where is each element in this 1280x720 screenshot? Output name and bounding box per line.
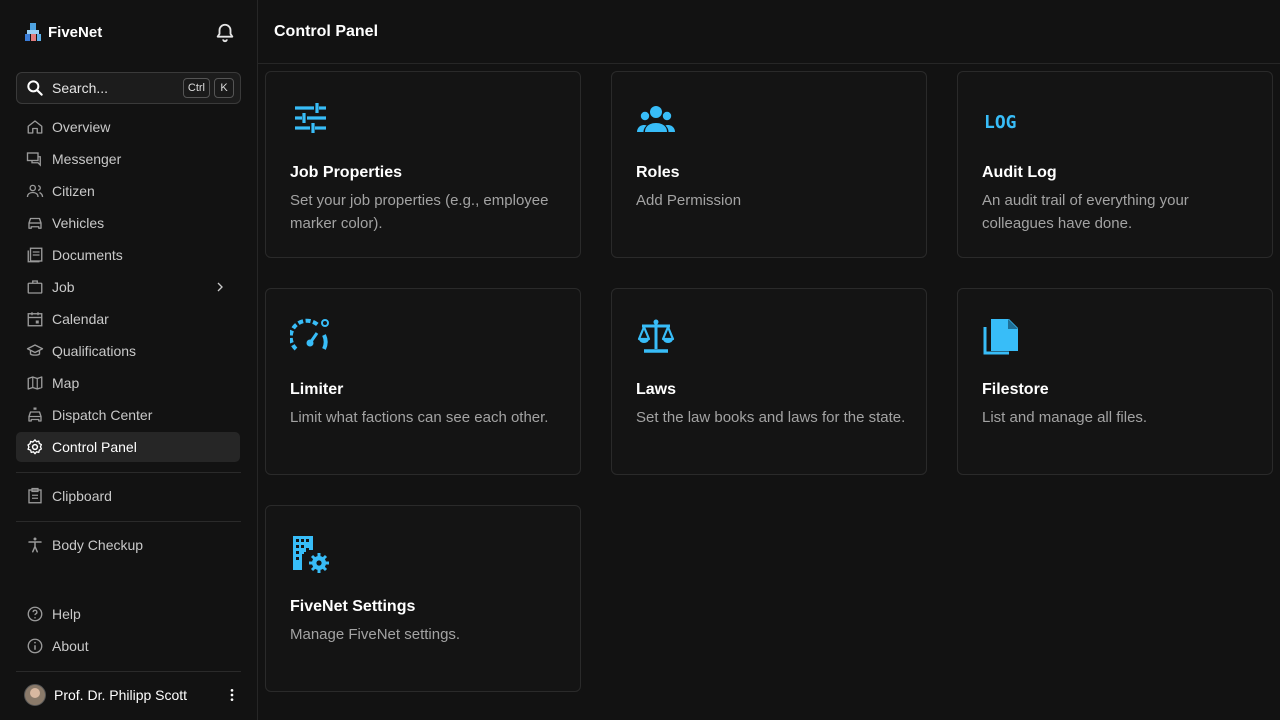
tune-icon [295, 103, 326, 133]
map-icon [27, 376, 43, 390]
shortcut-key-ctrl: Ctrl [182, 78, 210, 98]
brand-name: FiveNet [48, 23, 103, 41]
card-description: Set your job properties (e.g., employee … [290, 192, 549, 232]
info-icon [27, 638, 43, 654]
help-icon [27, 606, 43, 622]
sidebar-item-label: Job [52, 279, 75, 295]
sidebar-item-job[interactable]: Job [16, 272, 240, 302]
calendar-icon [27, 312, 43, 327]
more-vertical-icon[interactable] [224, 687, 240, 703]
sidebar-item-vehicles[interactable]: Vehicles [16, 208, 240, 238]
document-icon [27, 247, 43, 263]
sidebar-item-documents[interactable]: Documents [16, 240, 240, 270]
avatar [24, 684, 46, 706]
sidebar-item-map[interactable]: Map [16, 368, 240, 398]
main-nav: Overview Messenger Citizen Vehicles Docu… [16, 112, 240, 464]
sidebar-item-label: Qualifications [52, 343, 137, 359]
sidebar-item-label: Body Checkup [52, 537, 144, 553]
sidebar-item-body-checkup[interactable]: Body Checkup [16, 530, 240, 560]
sidebar-item-clipboard[interactable]: Clipboard [16, 481, 240, 511]
card-title: FiveNet Settings [290, 598, 416, 615]
school-icon [26, 344, 44, 356]
page-title: Control Panel [274, 22, 379, 40]
footer-nav: Help About [16, 599, 240, 663]
shortcut-key-k: K [214, 78, 234, 98]
card-description: List and manage all files. [982, 409, 1148, 426]
speedometer-icon [290, 318, 329, 351]
sidebar-item-label: About [52, 638, 89, 654]
scale-balance-icon [637, 319, 675, 353]
card-description: Add Permission [636, 192, 742, 209]
sidebar-item-label: Clipboard [52, 488, 112, 504]
card-title: Job Properties [290, 164, 403, 181]
card-description: Manage FiveNet settings. [290, 626, 461, 643]
sidebar-item-label: Calendar [52, 311, 109, 327]
cog-icon [27, 439, 43, 455]
sidebar-item-label: Help [52, 606, 81, 622]
card-title: Laws [636, 381, 677, 398]
sidebar-item-label: Documents [52, 247, 123, 263]
sidebar-divider [16, 671, 241, 672]
sidebar: FiveNet Search... Ctrl K Overview Messen… [0, 0, 258, 720]
car-siren-icon [28, 407, 42, 422]
sidebar-item-calendar[interactable]: Calendar [16, 304, 240, 334]
card-roles[interactable]: Roles Add Permission [611, 71, 927, 258]
bell-icon[interactable] [214, 22, 236, 44]
sidebar-item-label: Overview [52, 119, 111, 135]
brand[interactable]: FiveNet [24, 22, 102, 42]
sidebar-item-overview[interactable]: Overview [16, 112, 240, 142]
briefcase-icon [27, 280, 43, 294]
card-audit-log[interactable]: LOG Audit Log An audit trail of everythi… [957, 71, 1273, 258]
card-limiter[interactable]: Limiter Limit what factions can see each… [265, 288, 581, 475]
users-icon [26, 184, 44, 198]
card-description: An audit trail of everything your collea… [982, 192, 1189, 232]
chevron-right-icon [217, 282, 223, 292]
card-filestore[interactable]: Filestore List and manage all files. [957, 288, 1273, 475]
sidebar-item-help[interactable]: Help [16, 599, 240, 629]
sidebar-item-control-panel[interactable]: Control Panel [16, 432, 240, 462]
sidebar-item-label: Map [52, 375, 80, 391]
tertiary-nav: Body Checkup [16, 530, 240, 562]
card-description: Limit what factions can see each other. [290, 409, 549, 426]
card-job-properties[interactable]: Job Properties Set your job properties (… [265, 71, 581, 258]
sidebar-divider [16, 521, 241, 522]
clipboard-icon [28, 487, 42, 504]
sidebar-item-label: Citizen [52, 183, 95, 199]
sidebar-item-label: Messenger [52, 151, 122, 167]
page-header: Control Panel [258, 0, 1280, 64]
sidebar-item-label: Control Panel [52, 439, 137, 455]
search-icon [27, 80, 43, 96]
home-icon [27, 120, 43, 134]
sidebar-item-qualifications[interactable]: Qualifications [16, 336, 240, 366]
office-building-cog-icon [293, 536, 329, 573]
fivenet-logo-icon [25, 23, 41, 41]
user-menu[interactable]: Prof. Dr. Philipp Scott [24, 684, 240, 706]
log-icon-text: LOG [984, 112, 1017, 133]
log-icon: LOG [984, 112, 1017, 133]
account-group-icon [637, 106, 675, 132]
card-title: Audit Log [982, 164, 1057, 181]
user-name: Prof. Dr. Philipp Scott [54, 687, 188, 703]
sidebar-item-label: Vehicles [52, 215, 105, 231]
card-fivenet-settings[interactable]: FiveNet Settings Manage FiveNet settings… [265, 505, 581, 692]
card-description: Set the law books and laws for the state… [636, 409, 906, 426]
car-icon [28, 217, 42, 229]
sidebar-item-about[interactable]: About [16, 631, 240, 661]
card-title: Limiter [290, 381, 344, 398]
card-laws[interactable]: Laws Set the law books and laws for the … [611, 288, 927, 475]
search-input[interactable]: Search... Ctrl K [16, 72, 241, 104]
human-icon [28, 537, 42, 553]
file-icon [983, 319, 1018, 355]
sidebar-item-citizen[interactable]: Citizen [16, 176, 240, 206]
card-title: Roles [636, 164, 680, 181]
card-title: Filestore [982, 381, 1049, 398]
sidebar-item-dispatch-center[interactable]: Dispatch Center [16, 400, 240, 430]
sidebar-divider [16, 472, 241, 473]
search-placeholder: Search... [52, 80, 109, 96]
sidebar-item-messenger[interactable]: Messenger [16, 144, 240, 174]
chat-icon [26, 152, 41, 167]
sidebar-item-label: Dispatch Center [52, 407, 153, 423]
secondary-nav: Clipboard [16, 481, 240, 513]
